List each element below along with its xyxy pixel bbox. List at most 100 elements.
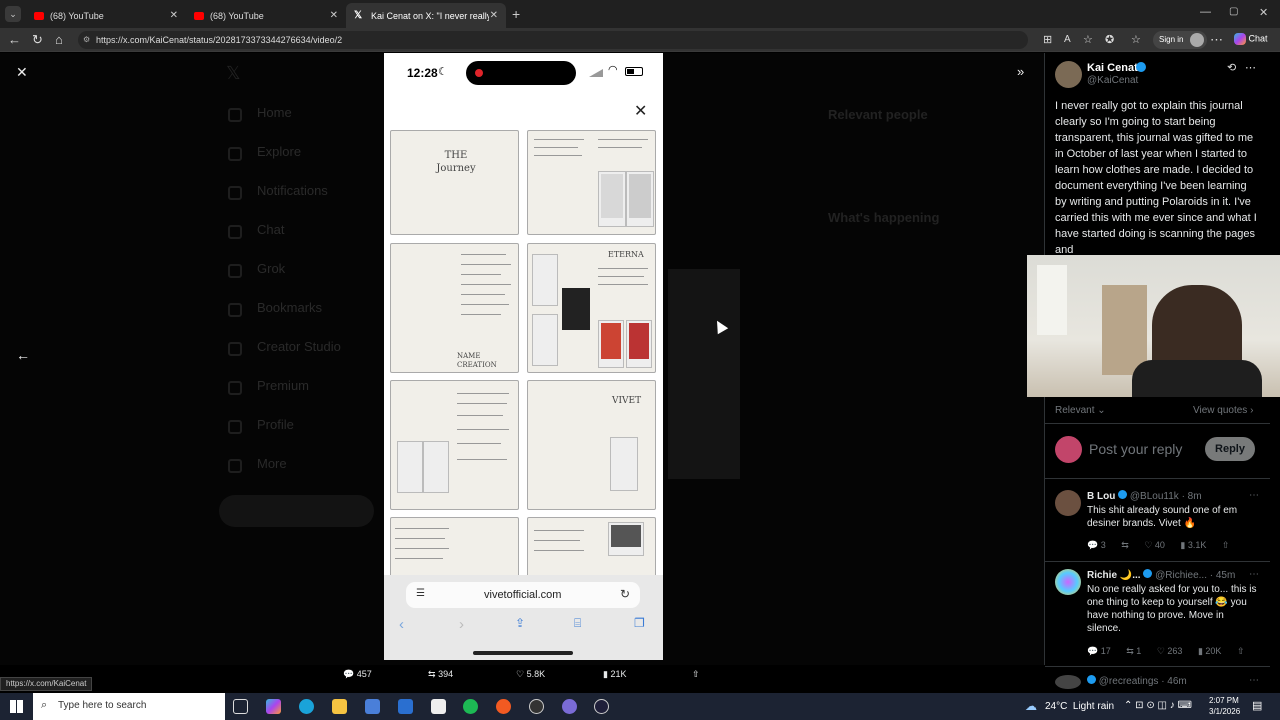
share-icon[interactable]: ⇧ <box>692 669 700 680</box>
file-explorer-icon[interactable] <box>332 699 347 714</box>
webcam-shirt <box>1132 360 1262 397</box>
document-icon[interactable] <box>431 699 446 714</box>
close-media-button[interactable]: ✕ <box>16 64 28 81</box>
page-menu-icon[interactable]: ☰ <box>416 588 425 599</box>
video-player[interactable]: 12:28 ☾ ◠ ✕ THE Journey NAME CREATION ET… <box>384 53 663 660</box>
reply-more-icon[interactable]: ⋯ <box>1249 675 1259 686</box>
new-tab-button[interactable]: + <box>512 6 520 22</box>
author-avatar[interactable] <box>1055 61 1082 88</box>
safari-tabs-icon[interactable]: ❐ <box>634 616 645 630</box>
journal-page: ETERNA <box>527 243 656 373</box>
post-more-icon[interactable]: ⋯ <box>1245 61 1256 74</box>
mail-icon[interactable] <box>398 699 413 714</box>
home-indicator <box>473 651 573 655</box>
author-handle[interactable]: @KaiCenat <box>1087 75 1138 86</box>
tab-youtube-1[interactable]: (68) YouTube ✕ <box>26 3 186 28</box>
x-logo-icon: 𝕏 <box>354 10 363 21</box>
favorites-bar-icon[interactable]: ☆ <box>1131 33 1141 47</box>
repost-action[interactable]: ⇆ 394 <box>428 669 453 680</box>
url-text: https://x.com/KaiCenat/status/2028173373… <box>96 35 343 45</box>
views-action[interactable]: ▮ 21K <box>603 669 626 680</box>
nav-notifications: Notifications <box>257 183 328 198</box>
windows-start-icon[interactable] <box>10 700 23 713</box>
reply-count[interactable]: 💬 3 <box>1087 540 1106 550</box>
weather-text[interactable]: 24°C Light rain <box>1045 701 1114 712</box>
author-name[interactable]: Kai Cenat <box>1087 62 1138 74</box>
reply-input[interactable]: Post your reply <box>1089 441 1182 457</box>
safari-forward-icon[interactable]: › <box>459 616 464 633</box>
reply-more-icon[interactable]: ⋯ <box>1249 569 1259 580</box>
minimize-icon[interactable]: — <box>1200 6 1211 18</box>
sort-relevant-dropdown[interactable]: Relevant ⌄ <box>1055 405 1106 416</box>
like-action[interactable]: ♡ 5.8K <box>516 669 545 680</box>
tab-label: Kai Cenat on X: "I never really got <box>371 10 489 21</box>
verified-badge-icon <box>1143 569 1153 578</box>
view-quotes-link[interactable]: View quotes › <box>1193 405 1253 416</box>
views-count[interactable]: ▮ 3.1K <box>1180 540 1206 550</box>
home-icon[interactable]: ⌂ <box>55 33 63 47</box>
spotify-icon[interactable] <box>463 699 478 714</box>
previous-media-arrow-icon[interactable]: ← <box>16 347 30 363</box>
tab-actions-button[interactable]: ⌄ <box>5 6 21 22</box>
grok-explain-icon[interactable]: ⟲ <box>1227 61 1236 74</box>
close-icon[interactable]: ✕ <box>330 10 338 21</box>
back-icon[interactable]: ← <box>8 33 21 47</box>
app-dark-icon[interactable] <box>594 699 609 714</box>
share-icon[interactable]: ⇧ <box>1222 540 1230 550</box>
like-count[interactable]: ♡ 40 <box>1144 540 1165 550</box>
more-icon[interactable]: ⋯ <box>1210 33 1223 47</box>
reply-button[interactable]: Reply <box>1205 437 1255 461</box>
extensions-icon[interactable]: ✪ <box>1105 33 1114 47</box>
like-count[interactable]: ♡ 263 <box>1157 646 1183 656</box>
store-icon[interactable] <box>365 699 380 714</box>
edge-icon[interactable] <box>299 699 314 714</box>
safari-back-icon[interactable]: ‹ <box>399 616 404 633</box>
maximize-icon[interactable]: ▢ <box>1229 6 1238 17</box>
close-icon[interactable]: ✕ <box>490 10 498 21</box>
discord-icon[interactable] <box>562 699 577 714</box>
views-count[interactable]: ▮ 20K <box>1198 646 1221 656</box>
safari-bookmarks-icon[interactable]: ⌸ <box>574 616 581 631</box>
verified-badge-icon <box>1136 62 1146 72</box>
creator-icon <box>228 342 242 356</box>
clock-date[interactable]: 3/1/2026 <box>1209 707 1240 716</box>
taskbar-search-box[interactable]: ⌕ Type here to search <box>33 693 225 720</box>
tab-x-kai-cenat[interactable]: 𝕏 Kai Cenat on X: "I never really got ✕ <box>346 3 506 28</box>
obs-icon[interactable] <box>529 699 544 714</box>
task-view-icon[interactable] <box>233 699 248 714</box>
tweet-text: I never really got to explain this journ… <box>1055 100 1257 256</box>
app-orange-icon[interactable] <box>496 699 511 714</box>
repost-count[interactable]: ⇆ 1 <box>1126 646 1141 656</box>
safari-share-icon[interactable]: ⇪ <box>515 616 525 630</box>
address-bar[interactable]: ⚙ https://x.com/KaiCenat/status/20281733… <box>78 31 1028 49</box>
copilot-icon[interactable] <box>266 699 281 714</box>
app-available-icon[interactable]: ⊞ <box>1043 33 1052 47</box>
tab-youtube-2[interactable]: (68) YouTube ✕ <box>186 3 346 28</box>
refresh-icon[interactable]: ↻ <box>32 33 43 47</box>
share-icon[interactable]: ⇧ <box>1237 646 1245 656</box>
system-tray-icons[interactable]: ⌃ ⊡ ⊙ ◫ ♪ ⌨ <box>1124 700 1192 711</box>
reply-action[interactable]: 💬 457 <box>343 669 372 680</box>
repost-icon[interactable]: ⇆ <box>1121 540 1129 550</box>
windows-taskbar: ⌕ Type here to search ☁ 24°C Light rain … <box>0 693 1280 720</box>
nav-more: More <box>257 456 287 471</box>
close-icon[interactable]: ✕ <box>170 10 178 21</box>
safari-url-field[interactable]: ☰ vivetofficial.com ↻ <box>406 582 640 608</box>
reply-count[interactable]: 💬 17 <box>1087 646 1111 656</box>
site-info-icon[interactable]: ⚙ <box>83 31 90 49</box>
views-count: 21K <box>610 669 627 679</box>
reply-more-icon[interactable]: ⋯ <box>1249 490 1259 501</box>
favorite-icon[interactable]: ☆ <box>1083 33 1093 47</box>
views-icon: ▮ <box>603 669 608 679</box>
window-close-icon[interactable]: ✕ <box>1259 6 1268 19</box>
reload-icon[interactable]: ↻ <box>620 587 630 601</box>
clock-time[interactable]: 2:07 PM <box>1209 696 1239 705</box>
close-icon[interactable]: ✕ <box>634 101 647 121</box>
read-aloud-icon[interactable]: A <box>1064 33 1071 47</box>
copilot-chat-button[interactable]: Chat <box>1234 33 1268 45</box>
sign-in-button[interactable]: Sign in <box>1153 31 1208 49</box>
tab-label: (68) YouTube <box>210 10 264 21</box>
notifications-icon[interactable]: ▤ <box>1252 699 1262 712</box>
collapse-panel-icon[interactable]: » <box>1017 64 1024 79</box>
streamer-webcam <box>1027 255 1280 397</box>
